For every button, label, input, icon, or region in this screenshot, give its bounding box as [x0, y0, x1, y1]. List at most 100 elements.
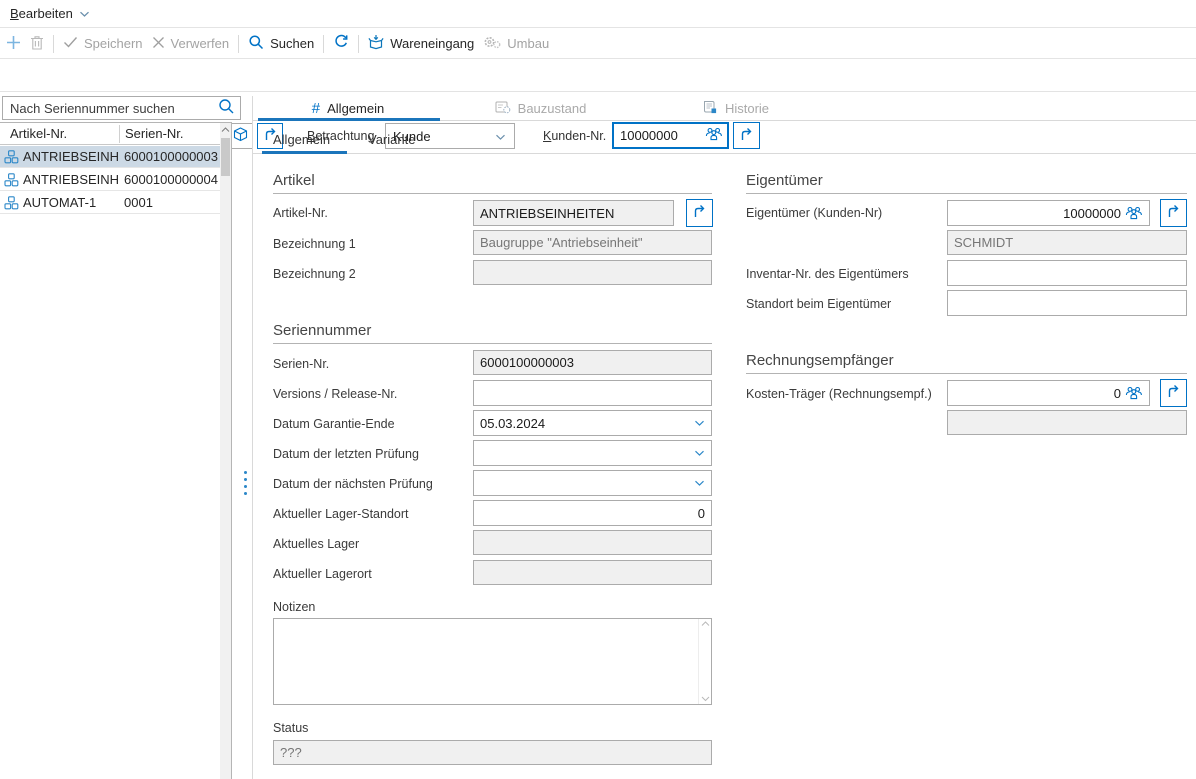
splitter-grip[interactable] — [244, 471, 247, 495]
section-seriennummer-title: Seriennummer — [273, 322, 371, 339]
bezeichnung2-label: Bezeichnung 2 — [273, 267, 356, 281]
goods-receipt-label: Wareneingang — [390, 36, 474, 51]
kostentraeger-label: Kosten-Träger (Rechnungsempf.) — [746, 387, 932, 401]
version-field[interactable] — [480, 386, 705, 401]
discard-button[interactable]: Verwerfen — [152, 36, 230, 52]
tab-allgemein[interactable]: # Allgemein — [253, 96, 443, 120]
serien-nr-field-label: Serien-Nr. — [273, 357, 329, 371]
chevron-down-icon[interactable] — [694, 450, 705, 457]
cube-icon — [233, 127, 248, 145]
standort-field-wrap — [947, 290, 1187, 316]
discard-label: Verwerfen — [171, 36, 230, 51]
bezeichnung2-field — [473, 260, 712, 285]
standort-field[interactable] — [954, 296, 1180, 311]
sub-tabs: Allgemein Variante — [253, 126, 1196, 154]
application-window: Bearbeiten Speichern Verwerfen Suchen Wa… — [0, 0, 1196, 779]
delete-button[interactable] — [30, 35, 44, 53]
row-serien: 6000100000003 — [124, 149, 218, 164]
letzte-pruefung-date-picker[interactable] — [473, 440, 712, 466]
tab-bauzustand[interactable]: Bauzustand — [443, 96, 638, 120]
bom-icon — [4, 173, 19, 187]
toolbar-separator — [53, 35, 54, 53]
menu-bearbeiten[interactable]: Bearbeiten — [10, 6, 90, 21]
naechste-pruefung-label: Datum der nächsten Prüfung — [273, 477, 433, 491]
menu-bar: Bearbeiten — [0, 0, 1196, 28]
lager-field — [473, 530, 712, 555]
row-artikel: AUTOMAT-1 — [23, 195, 120, 210]
subtab-allgemein[interactable]: Allgemein — [273, 132, 330, 147]
serien-nr-field: 6000100000003 — [473, 350, 712, 375]
x-icon — [152, 36, 165, 52]
refresh-button[interactable] — [333, 34, 349, 53]
standort-label: Standort beim Eigentümer — [746, 297, 891, 311]
artikel-field-jump-button[interactable] — [686, 199, 713, 227]
notizen-field[interactable] — [274, 619, 698, 704]
garantie-date-picker[interactable]: 05.03.2024 — [473, 410, 712, 436]
eigentuemer-field[interactable] — [954, 206, 1121, 221]
list-scrollbar[interactable] — [220, 123, 231, 779]
gears-icon — [483, 35, 501, 53]
scroll-up-icon[interactable] — [699, 621, 712, 627]
new-button[interactable] — [6, 35, 21, 53]
kostentraeger-jump-button[interactable] — [1160, 379, 1187, 407]
subtab-variante[interactable]: Variante — [368, 132, 415, 147]
search-button[interactable]: Suchen — [248, 34, 314, 53]
row-serien: 6000100000004 — [124, 172, 218, 187]
list-row[interactable]: ANTRIEBSEINH... 6000100000004 — [0, 169, 220, 191]
column-serien-nr[interactable]: Serien-Nr. — [125, 126, 184, 141]
section-artikel-title: Artikel — [273, 172, 315, 189]
lager-standort-field[interactable] — [480, 506, 705, 521]
rebuild-button[interactable]: Umbau — [483, 35, 549, 53]
search-icon — [248, 34, 264, 53]
customers-icon — [1125, 386, 1143, 400]
bom-icon — [4, 196, 19, 210]
kostentraeger-field-wrap — [947, 380, 1150, 406]
scrollbar-thumb[interactable] — [221, 138, 230, 176]
serial-list: Artikel-Nr. Serien-Nr. ANTRIEBSEINH... 6… — [0, 122, 232, 779]
lager-standort-field-wrap — [473, 500, 712, 526]
inventar-field-wrap — [947, 260, 1187, 286]
lager-standort-label: Aktueller Lager-Standort — [273, 507, 409, 521]
eigentuemer-jump-button[interactable] — [1160, 199, 1187, 227]
goods-receipt-button[interactable]: Wareneingang — [368, 34, 474, 53]
toolbar-separator — [238, 35, 239, 53]
jump-arrow-icon — [1166, 204, 1181, 222]
row-artikel: ANTRIEBSEINH... — [23, 172, 120, 187]
section-divider — [746, 193, 1187, 194]
eigentuemer-field-label: Eigentümer (Kunden-Nr) — [746, 206, 882, 220]
kostentraeger-field[interactable] — [954, 386, 1121, 401]
garantie-label: Datum Garantie-Ende — [273, 417, 395, 431]
toolbar-separator — [358, 35, 359, 53]
inventar-field[interactable] — [954, 266, 1180, 281]
tab-historie[interactable]: Historie — [638, 96, 833, 120]
column-artikel-nr[interactable]: Artikel-Nr. — [10, 126, 67, 141]
chevron-down-icon[interactable] — [694, 420, 705, 427]
section-divider — [273, 343, 712, 344]
serial-search-input[interactable] — [10, 101, 218, 116]
notes-scrollbar[interactable] — [698, 619, 711, 704]
serial-search-wrap — [2, 96, 241, 120]
lager-label: Aktuelles Lager — [273, 537, 359, 551]
artikel-nr-field: ANTRIEBSEINHEITEN — [473, 200, 674, 226]
save-label: Speichern — [84, 36, 143, 51]
section-divider — [273, 193, 712, 194]
rebuild-label: Umbau — [507, 36, 549, 51]
tab-bauzustand-label: Bauzustand — [518, 101, 587, 116]
check-icon — [63, 36, 78, 51]
letzte-pruefung-label: Datum der letzten Prüfung — [273, 447, 419, 461]
naechste-pruefung-date-picker[interactable] — [473, 470, 712, 496]
list-row[interactable]: ANTRIEBSEINH... 6000100000003 — [0, 146, 220, 168]
list-row[interactable]: AUTOMAT-1 0001 — [0, 192, 220, 214]
save-button[interactable]: Speichern — [63, 36, 143, 51]
search-icon — [218, 98, 235, 118]
chevron-down-icon[interactable] — [694, 480, 705, 487]
garantie-value: 05.03.2024 — [480, 416, 545, 431]
row-serien: 0001 — [124, 195, 153, 210]
scroll-down-icon[interactable] — [699, 696, 712, 702]
artikel-nr-field-label: Artikel-Nr. — [273, 206, 328, 220]
scroll-up-icon[interactable] — [220, 123, 231, 136]
status-field: ??? — [273, 740, 712, 765]
machine-icon — [495, 100, 511, 117]
bezeichnung1-label: Bezeichnung 1 — [273, 237, 356, 251]
hash-icon: # — [312, 100, 320, 117]
